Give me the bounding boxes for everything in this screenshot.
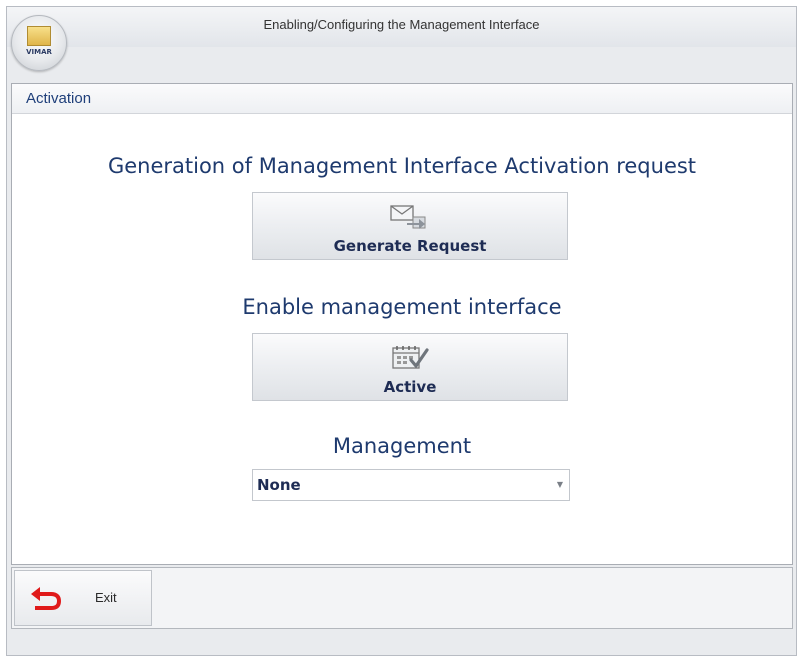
- generate-request-button[interactable]: Generate Request: [252, 192, 568, 260]
- exit-button[interactable]: Exit: [14, 570, 152, 626]
- footer-bar: Exit: [11, 567, 793, 629]
- envelope-arrow-icon: [390, 205, 426, 229]
- activation-panel: Activation Generation of Management Inte…: [11, 83, 793, 565]
- undo-arrow-icon: [31, 587, 61, 610]
- application-menu-button[interactable]: VIMAR: [11, 15, 67, 71]
- panel-header: Activation: [12, 84, 792, 114]
- active-label: Active: [383, 378, 437, 396]
- active-button[interactable]: Active: [252, 333, 568, 401]
- vimar-logo-icon: [27, 26, 51, 46]
- exit-label: Exit: [95, 590, 117, 605]
- generate-request-label: Generate Request: [333, 237, 487, 255]
- management-select[interactable]: None ▼: [252, 469, 570, 501]
- window-title: Enabling/Configuring the Management Inte…: [263, 17, 540, 32]
- calendar-check-icon: [392, 346, 429, 369]
- panel-title: Activation: [26, 90, 92, 107]
- management-heading: Management: [332, 434, 472, 458]
- logo-text: VIMAR: [26, 48, 52, 56]
- app-window: Enabling/Configuring the Management Inte…: [6, 6, 797, 656]
- enable-interface-heading: Enable management interface: [242, 295, 562, 319]
- generate-request-heading: Generation of Management Interface Activ…: [107, 154, 697, 178]
- chevron-down-icon: ▼: [556, 480, 563, 489]
- management-select-value: None: [257, 476, 301, 494]
- title-bar: Enabling/Configuring the Management Inte…: [7, 7, 796, 47]
